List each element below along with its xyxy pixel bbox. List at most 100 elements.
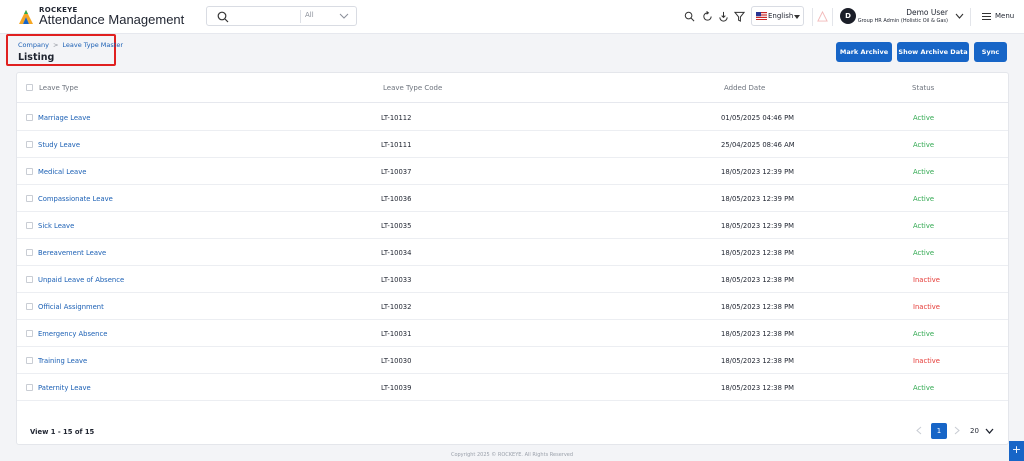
row-checkbox[interactable]	[26, 330, 33, 337]
download-icon[interactable]	[718, 11, 729, 22]
header-divider	[812, 8, 813, 26]
table-row[interactable]: Unpaid Leave of Absence LT-10033 18/05/202…	[17, 266, 1008, 293]
global-search[interactable]: All	[206, 6, 357, 26]
breadcrumb-leave-type-master-link[interactable]: Leave Type Master	[62, 41, 123, 49]
breadcrumb-company-link[interactable]: Company	[18, 41, 49, 49]
table-row[interactable]: Compassionate Leave LT-10036 18/05/2023 12…	[17, 185, 1008, 212]
chevron-down-icon[interactable]	[339, 12, 349, 20]
user-name[interactable]: Demo User	[906, 8, 948, 17]
top-header: ROCKEYE Attendance Management All Englis…	[0, 0, 1024, 34]
added-date: 18/05/2023 12:38 PM	[721, 303, 795, 311]
leave-type-code: LT-10037	[381, 168, 412, 176]
leave-type-name-link[interactable]: Compassionate Leave	[38, 195, 113, 203]
rockeye-logo-icon	[19, 10, 33, 24]
table-row[interactable]: Marriage Leave LT-10112 01/05/2025 04:46 P…	[17, 104, 1008, 131]
chevron-right-icon[interactable]	[953, 426, 961, 435]
added-date: 18/05/2023 12:38 PM	[721, 249, 795, 257]
leave-type-name-link[interactable]: Training Leave	[38, 357, 87, 365]
leave-type-name-link[interactable]: Bereavement Leave	[38, 249, 106, 257]
added-date: 18/05/2023 12:38 PM	[721, 276, 795, 284]
table-row[interactable]: Study Leave LT-10111 25/04/2025 08:46 AM Ac…	[17, 131, 1008, 158]
row-checkbox[interactable]	[26, 249, 33, 256]
added-date: 01/05/2025 04:46 PM	[721, 114, 795, 122]
search-icon	[217, 11, 229, 23]
leave-type-code: LT-10034	[381, 249, 412, 257]
status-text: Active	[913, 384, 935, 392]
status-text: Active	[913, 114, 935, 122]
table-header: Leave Type Leave Type Code Added Date St…	[17, 73, 1008, 103]
chevron-down-icon[interactable]	[985, 427, 994, 435]
leave-type-code: LT-10111	[381, 141, 412, 149]
leave-type-name-link[interactable]: Sick Leave	[38, 222, 74, 230]
leave-type-code: LT-10032	[381, 303, 412, 311]
refresh-icon[interactable]	[702, 11, 713, 22]
row-checkbox[interactable]	[26, 222, 33, 229]
row-checkbox[interactable]	[26, 303, 33, 310]
chevron-left-icon[interactable]	[915, 426, 923, 435]
leave-type-name-link[interactable]: Paternity Leave	[38, 384, 91, 392]
leave-type-code: LT-10030	[381, 357, 412, 365]
leave-type-name-link[interactable]: Official Assignment	[38, 303, 104, 311]
page-size-select[interactable]: 20	[970, 427, 979, 435]
chevron-down-icon[interactable]	[955, 12, 964, 20]
row-checkbox[interactable]	[26, 195, 33, 202]
menu-button[interactable]: Menu	[980, 11, 1020, 23]
table-footer: View 1 - 15 of 15 1 20	[17, 418, 1008, 444]
search-scope-select[interactable]: All	[305, 11, 314, 19]
row-checkbox[interactable]	[26, 168, 33, 175]
select-all-checkbox[interactable]	[26, 84, 33, 91]
table-row[interactable]: Official Assignment LT-10032 18/05/2023 12…	[17, 293, 1008, 320]
added-date: 18/05/2023 12:38 PM	[721, 357, 795, 365]
table-row[interactable]: Sick Leave LT-10035 18/05/2023 12:39 PM Act…	[17, 212, 1008, 239]
leave-type-name-link[interactable]: Unpaid Leave of Absence	[38, 276, 124, 284]
column-header-leave-type[interactable]: Leave Type	[39, 84, 78, 92]
copyright-text: Copyright 2025 © ROCKEYE. All Rights Res…	[450, 452, 574, 458]
show-archive-data-button[interactable]: Show Archive Data	[897, 42, 969, 62]
row-checkbox[interactable]	[26, 357, 33, 364]
sync-button[interactable]: Sync	[974, 42, 1007, 62]
add-button[interactable]: +	[1009, 441, 1024, 461]
row-checkbox[interactable]	[26, 276, 33, 283]
search-icon[interactable]	[684, 11, 695, 22]
breadcrumb: Company > Leave Type Master	[18, 41, 123, 49]
filter-icon[interactable]	[734, 11, 745, 22]
added-date: 18/05/2023 12:39 PM	[721, 168, 795, 176]
pagination-page-button[interactable]: 1	[931, 423, 947, 439]
leave-type-code: LT-10036	[381, 195, 412, 203]
breadcrumb-separator-icon: >	[52, 41, 59, 49]
row-checkbox[interactable]	[26, 114, 33, 121]
leave-type-code: LT-10039	[381, 384, 412, 392]
column-header-added-date[interactable]: Added Date	[724, 84, 765, 92]
language-select[interactable]: English	[751, 6, 804, 26]
column-header-status[interactable]: Status	[912, 84, 934, 92]
header-divider	[832, 8, 833, 26]
user-role: Group HR Admin (Holistic Oil & Gas)	[857, 18, 948, 24]
header-divider	[970, 8, 971, 26]
leave-type-name-link[interactable]: Medical Leave	[38, 168, 86, 176]
column-header-leave-type-code[interactable]: Leave Type Code	[383, 84, 442, 92]
row-checkbox[interactable]	[26, 384, 33, 391]
language-label: English	[768, 12, 794, 20]
menu-label: Menu	[995, 12, 1015, 20]
added-date: 18/05/2023 12:38 PM	[721, 330, 795, 338]
row-checkbox[interactable]	[26, 141, 33, 148]
mark-archive-button[interactable]: Mark Archive	[836, 42, 892, 62]
status-text: Active	[913, 195, 935, 203]
leave-type-name-link[interactable]: Marriage Leave	[38, 114, 90, 122]
leave-type-name-link[interactable]: Emergency Absence	[38, 330, 107, 338]
caret-down-icon	[794, 15, 800, 19]
us-flag-icon	[756, 12, 767, 20]
avatar[interactable]: D	[840, 8, 856, 24]
table-row[interactable]: Paternity Leave LT-10039 18/05/2023 12:38 …	[17, 374, 1008, 401]
alert-icon[interactable]	[817, 11, 828, 22]
page-title: Listing	[18, 52, 55, 63]
leave-type-code: LT-10033	[381, 276, 412, 284]
table-row[interactable]: Training Leave LT-10030 18/05/2023 12:38 P…	[17, 347, 1008, 374]
status-text: Inactive	[913, 357, 940, 365]
leave-type-table-card: Leave Type Leave Type Code Added Date St…	[16, 72, 1009, 445]
table-row[interactable]: Bereavement Leave LT-10034 18/05/2023 12:3…	[17, 239, 1008, 266]
leave-type-code: LT-10112	[381, 114, 412, 122]
leave-type-name-link[interactable]: Study Leave	[38, 141, 80, 149]
table-row[interactable]: Emergency Absence LT-10031 18/05/2023 12:3…	[17, 320, 1008, 347]
table-row[interactable]: Medical Leave LT-10037 18/05/2023 12:39 PM…	[17, 158, 1008, 185]
